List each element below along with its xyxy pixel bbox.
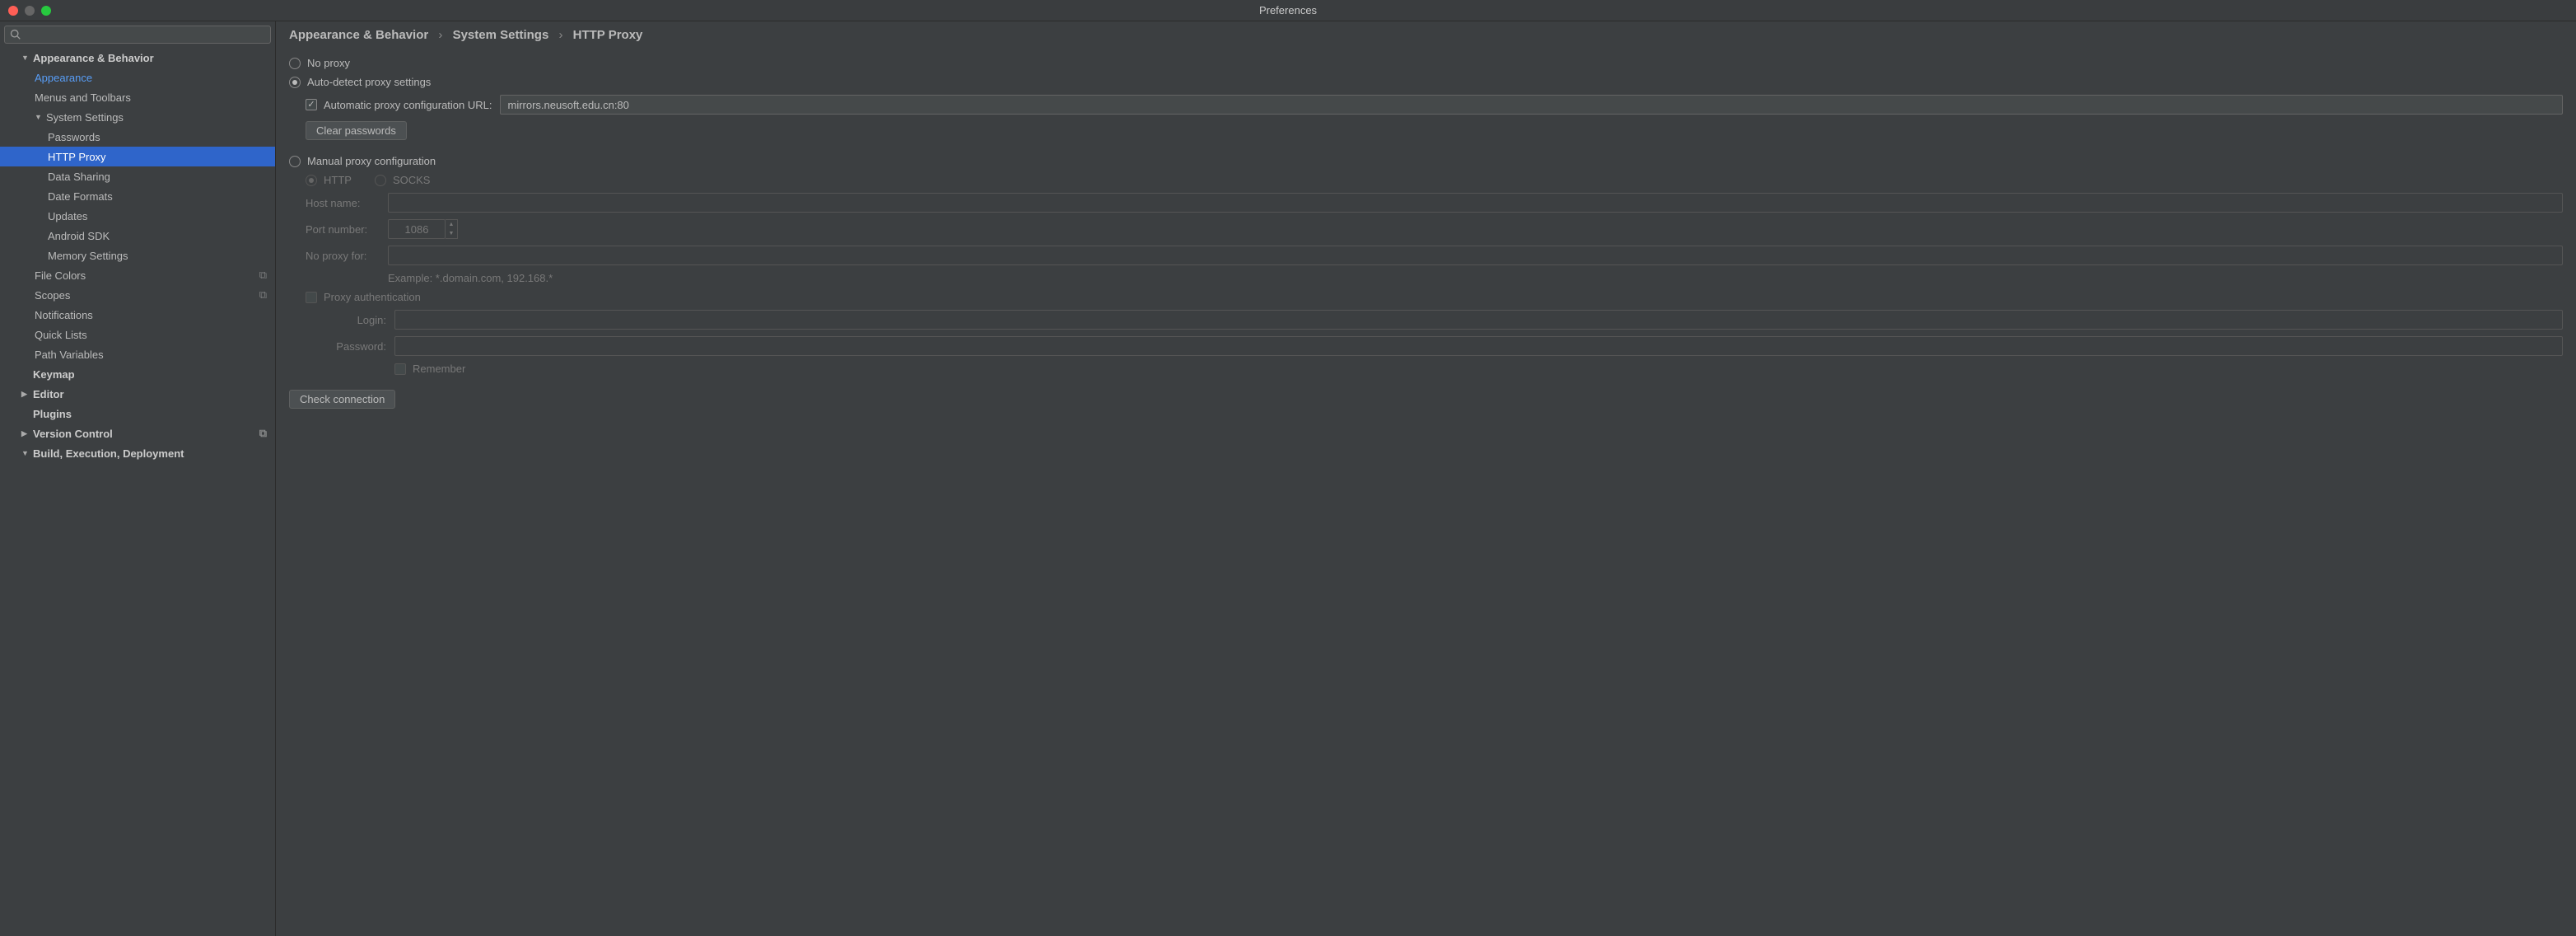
port-number-input bbox=[388, 219, 446, 239]
radio-auto-detect-label: Auto-detect proxy settings bbox=[307, 76, 431, 88]
tree-appearance-behavior[interactable]: ▼Appearance & Behavior bbox=[0, 48, 275, 68]
search-icon bbox=[10, 29, 21, 40]
password-input bbox=[394, 336, 2563, 356]
tree-menus-toolbars[interactable]: Menus and Toolbars bbox=[0, 87, 275, 107]
chevron-down-icon: ▼ bbox=[21, 54, 30, 62]
login-label: Login: bbox=[322, 314, 394, 326]
chevron-right-icon: ▶ bbox=[21, 429, 30, 438]
host-name-label: Host name: bbox=[306, 197, 388, 209]
radio-auto-detect-row[interactable]: Auto-detect proxy settings bbox=[289, 76, 2563, 88]
overlay-icon: ⧉ bbox=[259, 288, 267, 302]
tree-file-colors[interactable]: File Colors⧉ bbox=[0, 265, 275, 285]
window-title: Preferences bbox=[0, 4, 2576, 16]
tree-android-sdk[interactable]: Android SDK bbox=[0, 226, 275, 246]
chevron-right-icon: ▶ bbox=[21, 390, 30, 399]
tree-date-formats[interactable]: Date Formats bbox=[0, 186, 275, 206]
proxy-auth-row: Proxy authentication bbox=[306, 291, 2563, 303]
radio-manual-row[interactable]: Manual proxy configuration bbox=[289, 155, 2563, 167]
no-proxy-for-label: No proxy for: bbox=[306, 250, 388, 262]
tree-path-variables[interactable]: Path Variables bbox=[0, 344, 275, 364]
radio-no-proxy-row[interactable]: No proxy bbox=[289, 57, 2563, 69]
radio-manual-label: Manual proxy configuration bbox=[307, 155, 436, 167]
no-proxy-for-input bbox=[388, 246, 2563, 265]
sidebar: ▼Appearance & Behavior Appearance Menus … bbox=[0, 21, 276, 936]
radio-socks-label: SOCKS bbox=[393, 174, 431, 186]
minimize-icon[interactable] bbox=[25, 6, 35, 16]
port-number-spinner: ▲ ▼ bbox=[388, 219, 458, 239]
tree-system-settings[interactable]: ▼System Settings bbox=[0, 107, 275, 127]
tree-editor[interactable]: ▶Editor bbox=[0, 384, 275, 404]
tree-quick-lists[interactable]: Quick Lists bbox=[0, 325, 275, 344]
checkbox-proxy-auth bbox=[306, 292, 317, 303]
breadcrumb: Appearance & Behavior › System Settings … bbox=[289, 28, 2563, 42]
chevron-down-icon: ▼ bbox=[21, 449, 30, 457]
main-panel: Appearance & Behavior › System Settings … bbox=[276, 21, 2576, 936]
auto-config-url-input[interactable] bbox=[500, 95, 2563, 115]
radio-no-proxy[interactable] bbox=[289, 58, 301, 69]
login-input bbox=[394, 310, 2563, 330]
chevron-up-icon: ▲ bbox=[446, 220, 457, 229]
maximize-icon[interactable] bbox=[41, 6, 51, 16]
checkbox-auto-config-url[interactable] bbox=[306, 99, 317, 110]
chevron-down-icon: ▼ bbox=[446, 229, 457, 238]
overlay-icon: ⧉ bbox=[259, 269, 267, 282]
window-controls bbox=[0, 6, 51, 16]
radio-manual[interactable] bbox=[289, 156, 301, 167]
tree-build-execution-deployment[interactable]: ▼Build, Execution, Deployment bbox=[0, 443, 275, 463]
tree-updates[interactable]: Updates bbox=[0, 206, 275, 226]
titlebar: Preferences bbox=[0, 0, 2576, 21]
radio-auto-detect[interactable] bbox=[289, 77, 301, 88]
tree-version-control[interactable]: ▶Version Control⧉ bbox=[0, 424, 275, 443]
overlay-icon: ⧉ bbox=[259, 427, 267, 440]
radio-no-proxy-label: No proxy bbox=[307, 57, 350, 69]
proxy-auth-label: Proxy authentication bbox=[324, 291, 421, 303]
chevron-down-icon: ▼ bbox=[35, 113, 43, 121]
radio-socks bbox=[375, 175, 386, 186]
radio-http-label: HTTP bbox=[324, 174, 352, 186]
close-icon[interactable] bbox=[8, 6, 18, 16]
proxy-type-row: HTTP SOCKS bbox=[306, 174, 2563, 186]
tree-scopes[interactable]: Scopes⧉ bbox=[0, 285, 275, 305]
tree-memory-settings[interactable]: Memory Settings bbox=[0, 246, 275, 265]
auto-config-row: Automatic proxy configuration URL: bbox=[306, 95, 2563, 115]
no-proxy-example: Example: *.domain.com, 192.168.* bbox=[388, 272, 553, 284]
search-input[interactable] bbox=[4, 26, 271, 44]
remember-label: Remember bbox=[413, 363, 465, 375]
password-label: Password: bbox=[322, 340, 394, 353]
tree-data-sharing[interactable]: Data Sharing bbox=[0, 166, 275, 186]
tree-passwords[interactable]: Passwords bbox=[0, 127, 275, 147]
port-number-label: Port number: bbox=[306, 223, 388, 236]
checkbox-remember bbox=[394, 363, 406, 375]
radio-http bbox=[306, 175, 317, 186]
tree-keymap[interactable]: Keymap bbox=[0, 364, 275, 384]
tree-plugins[interactable]: Plugins bbox=[0, 404, 275, 424]
clear-passwords-button[interactable]: Clear passwords bbox=[306, 121, 407, 140]
tree-appearance[interactable]: Appearance bbox=[0, 68, 275, 87]
spinner-buttons: ▲ ▼ bbox=[446, 219, 458, 239]
check-connection-button[interactable]: Check connection bbox=[289, 390, 395, 409]
settings-tree: ▼Appearance & Behavior Appearance Menus … bbox=[0, 48, 275, 936]
auto-config-url-label: Automatic proxy configuration URL: bbox=[324, 99, 492, 111]
tree-http-proxy[interactable]: HTTP Proxy bbox=[0, 147, 275, 166]
host-name-input bbox=[388, 193, 2563, 213]
tree-notifications[interactable]: Notifications bbox=[0, 305, 275, 325]
